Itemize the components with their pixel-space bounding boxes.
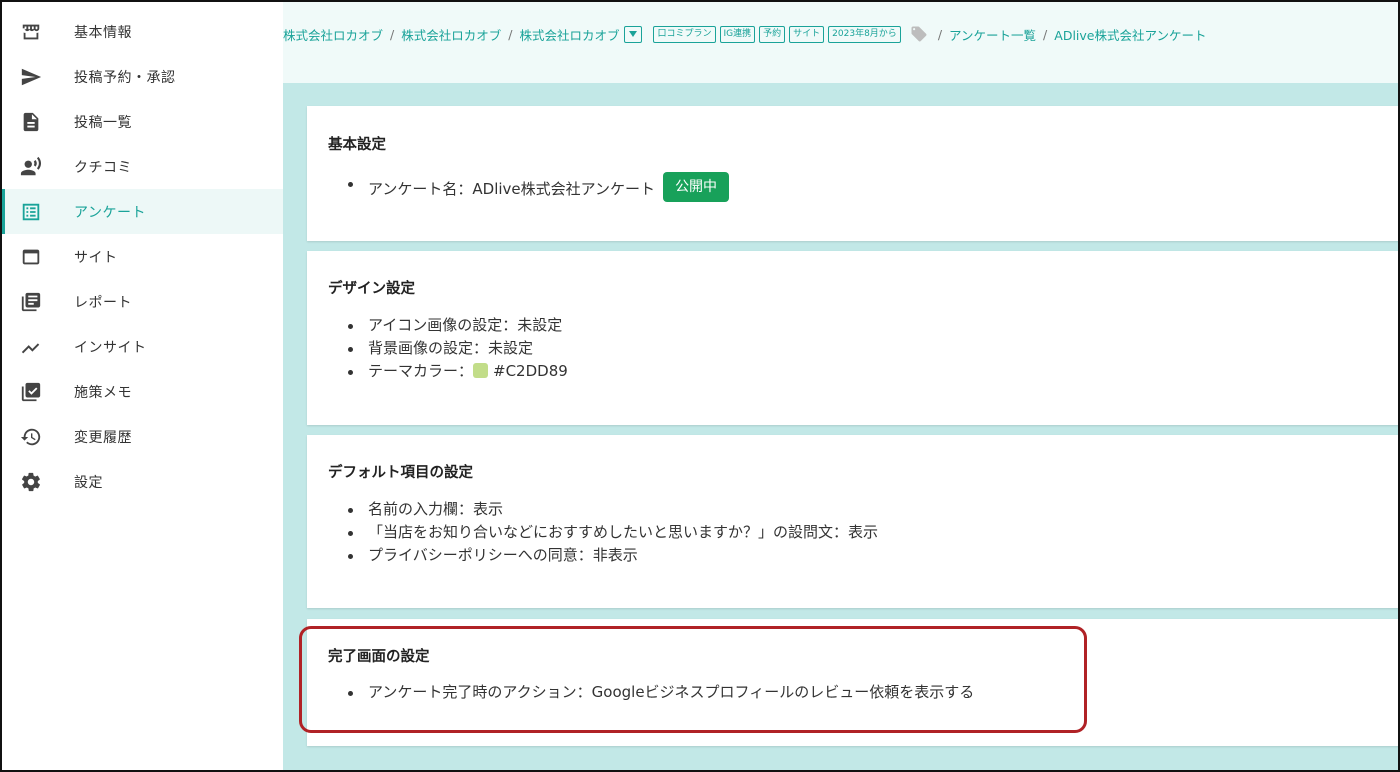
sidebar-item-post-list[interactable]: 投稿一覧 xyxy=(2,99,283,144)
list-item: 背景画像の設定：未設定 xyxy=(348,337,568,360)
theme-color-value: #C2DD89 xyxy=(493,362,568,380)
document-icon xyxy=(20,111,42,133)
theme-color-swatch xyxy=(473,363,489,378)
design-settings-list: アイコン画像の設定：未設定 背景画像の設定：未設定 テーマカラー： #C2DD89 xyxy=(348,314,568,383)
sidebar-item-reviews[interactable]: クチコミ xyxy=(2,144,283,189)
sidebar-item-label: レポート xyxy=(74,295,132,311)
list-item: 名前の入力欄：表示 xyxy=(348,498,878,521)
window-icon xyxy=(20,246,42,268)
breadcrumb-separator: / xyxy=(1043,26,1048,42)
tag-review-plan: 口コミプラン xyxy=(653,25,716,43)
list-item: アイコン画像の設定：未設定 xyxy=(348,314,568,337)
voice-icon xyxy=(20,156,42,178)
gear-icon xyxy=(20,471,42,493)
app-window: 基本情報 投稿予約・承認 投稿一覧 クチコミ アンケート サイト レポート イン… xyxy=(0,0,1400,772)
sidebar-item-survey[interactable]: アンケート xyxy=(2,189,283,234)
checklist-icon xyxy=(20,381,42,403)
sidebar-item-label: アンケート xyxy=(74,205,146,221)
plan-tags: 口コミプラン IG連携 予約 サイト 2023年8月から xyxy=(653,25,901,43)
card-default-items: デフォルト項目の設定 名前の入力欄：表示 「当店をお知り合いなどにおすすめしたい… xyxy=(307,435,1398,608)
storefront-icon xyxy=(20,21,42,43)
tag-ig-link: IG連携 xyxy=(719,25,756,43)
chevron-down-icon[interactable] xyxy=(624,25,643,43)
label-tag-icon[interactable] xyxy=(909,25,929,43)
header: 株式会社ロカオブ / 株式会社ロカオブ / 株式会社ロカオブ 口コミプラン IG… xyxy=(283,2,1398,83)
basic-settings-list: アンケート名：ADlive株式会社アンケート 公開中 xyxy=(348,171,730,206)
sidebar-item-label: サイト xyxy=(74,250,118,266)
list-item: 「当店をお知り合いなどにおすすめしたいと思いますか？」の設問文：表示 xyxy=(348,521,878,544)
sidebar-item-label: 投稿予約・承認 xyxy=(74,70,176,86)
sidebar-item-label: インサイト xyxy=(74,340,147,356)
sidebar-item-report[interactable]: レポート xyxy=(2,279,283,324)
breadcrumb-separator: / xyxy=(937,26,943,42)
sidebar-item-label: 基本情報 xyxy=(74,25,132,41)
report-icon xyxy=(20,291,42,313)
breadcrumb: 株式会社ロカオブ / 株式会社ロカオブ / 株式会社ロカオブ 口コミプラン IG… xyxy=(283,23,1206,45)
breadcrumb-company-2[interactable]: 株式会社ロカオブ xyxy=(401,25,501,44)
list-item: アンケート完了時のアクション：Googleビジネスプロフィールのレビュー依頼を表… xyxy=(348,681,974,704)
breadcrumb-company-3[interactable]: 株式会社ロカオブ xyxy=(519,25,619,44)
sidebar-item-site[interactable]: サイト xyxy=(2,234,283,279)
list-icon xyxy=(20,201,42,223)
tag-site: サイト xyxy=(789,25,825,43)
sidebar-item-label: 変更履歴 xyxy=(74,430,132,446)
tag-reservation: 予約 xyxy=(759,25,786,43)
tag-start-date: 2023年8月から xyxy=(828,25,901,43)
survey-name-text: アンケート名：ADlive株式会社アンケート xyxy=(368,180,656,198)
sidebar-item-insight[interactable]: インサイト xyxy=(2,324,283,369)
list-item: テーマカラー： #C2DD89 xyxy=(348,360,568,383)
list-item: アンケート名：ADlive株式会社アンケート 公開中 xyxy=(348,171,730,206)
trend-icon xyxy=(20,336,42,358)
sidebar-item-history[interactable]: 変更履歴 xyxy=(2,414,283,459)
card-title: 完了画面の設定 xyxy=(328,649,430,665)
card-title: デフォルト項目の設定 xyxy=(328,465,473,481)
list-item: プライバシーポリシーへの同意：非表示 xyxy=(348,544,878,567)
card-completion-settings: 完了画面の設定 アンケート完了時のアクション：Googleビジネスプロフィールの… xyxy=(307,619,1398,746)
breadcrumb-separator: / xyxy=(508,26,513,42)
card-design-settings: デザイン設定 アイコン画像の設定：未設定 背景画像の設定：未設定 テーマカラー：… xyxy=(307,251,1398,425)
status-badge: 公開中 xyxy=(663,171,730,202)
history-icon xyxy=(20,426,42,448)
breadcrumb-company-1[interactable]: 株式会社ロカオブ xyxy=(283,25,383,44)
sidebar-item-settings[interactable]: 設定 xyxy=(2,459,283,504)
sidebar-item-label: 投稿一覧 xyxy=(74,115,132,131)
breadcrumb-separator: / xyxy=(390,26,395,42)
card-basic-settings: 基本設定 アンケート名：ADlive株式会社アンケート 公開中 xyxy=(307,106,1398,241)
breadcrumb-current: ADlive株式会社アンケート xyxy=(1054,27,1207,43)
theme-color-label: テーマカラー： xyxy=(368,362,474,380)
main-content: 基本設定 アンケート名：ADlive株式会社アンケート 公開中 デザイン設定 アイ… xyxy=(283,83,1398,770)
card-title: デザイン設定 xyxy=(328,281,415,297)
breadcrumb-survey-list[interactable]: アンケート一覧 xyxy=(949,25,1036,44)
sidebar-item-memo[interactable]: 施策メモ xyxy=(2,369,283,414)
completion-settings-list: アンケート完了時のアクション：Googleビジネスプロフィールのレビュー依頼を表… xyxy=(348,681,974,704)
sidebar: 基本情報 投稿予約・承認 投稿一覧 クチコミ アンケート サイト レポート イン… xyxy=(2,2,283,770)
sidebar-item-basic-info[interactable]: 基本情報 xyxy=(2,9,283,54)
send-icon xyxy=(20,66,42,88)
default-items-list: 名前の入力欄：表示 「当店をお知り合いなどにおすすめしたいと思いますか？」の設問… xyxy=(348,498,878,567)
sidebar-item-post-schedule[interactable]: 投稿予約・承認 xyxy=(2,54,283,99)
sidebar-item-label: クチコミ xyxy=(74,160,132,176)
sidebar-item-label: 設定 xyxy=(74,475,103,491)
card-title: 基本設定 xyxy=(328,137,386,153)
sidebar-item-label: 施策メモ xyxy=(74,385,132,401)
